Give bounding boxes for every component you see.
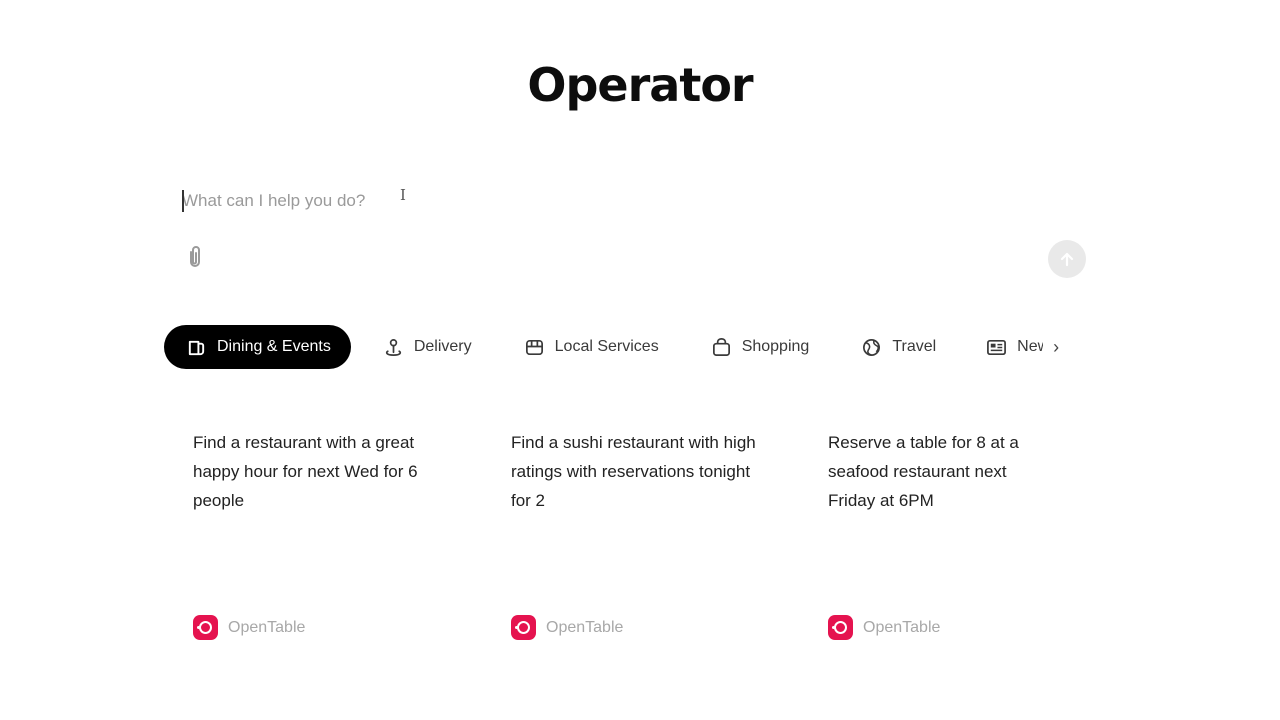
globe-icon	[863, 338, 881, 356]
tab-dining-events[interactable]: Dining & Events	[164, 325, 351, 369]
tab-label: Travel	[892, 338, 937, 355]
card-text: Find a restaurant with a great happy hou…	[193, 433, 418, 510]
opentable-logo-icon	[828, 615, 853, 640]
suggestion-card[interactable]: Find a restaurant with a great happy hou…	[193, 428, 463, 648]
category-tabs: Dining & Events Delivery Local Services …	[164, 325, 1094, 369]
attach-button[interactable]	[184, 244, 206, 270]
prompt-input[interactable]	[182, 188, 782, 214]
tab-local-services[interactable]: Local Services	[504, 325, 679, 369]
tab-travel[interactable]: Travel	[841, 325, 956, 369]
tab-label: News	[1017, 338, 1043, 355]
tab-delivery[interactable]: Delivery	[363, 325, 492, 369]
chevron-right-icon[interactable]: ›	[1053, 337, 1069, 358]
page-title: Operator	[527, 58, 753, 112]
card-source: OpenTable	[828, 615, 940, 640]
tab-news[interactable]: News	[966, 325, 1043, 369]
card-text: Find a sushi restaurant with high rating…	[511, 433, 756, 510]
arrow-up-icon	[1060, 252, 1074, 267]
source-name: OpenTable	[863, 618, 941, 636]
location-pin-icon	[385, 338, 401, 356]
card-text: Reserve a table for 8 at a seafood resta…	[828, 433, 1019, 510]
dining-icon	[188, 340, 205, 355]
paperclip-icon	[190, 246, 200, 267]
opentable-logo-icon	[511, 615, 536, 640]
tab-label: Local Services	[554, 338, 659, 355]
newspaper-icon	[987, 339, 1007, 355]
tab-label: Dining & Events	[217, 338, 331, 355]
storefront-icon	[525, 339, 543, 355]
source-name: OpenTable	[546, 618, 624, 636]
shopping-bag-icon	[712, 337, 730, 356]
ibeam-cursor-icon: I	[400, 186, 406, 204]
card-source: OpenTable	[193, 615, 305, 640]
suggestion-card[interactable]: Find a sushi restaurant with high rating…	[511, 428, 756, 648]
source-name: OpenTable	[228, 618, 306, 636]
opentable-logo-icon	[193, 615, 218, 640]
suggestion-card[interactable]: Reserve a table for 8 at a seafood resta…	[828, 428, 1058, 648]
composer: I	[180, 180, 1090, 280]
send-button[interactable]	[1048, 240, 1086, 278]
text-caret	[182, 190, 184, 212]
card-source: OpenTable	[511, 615, 623, 640]
tab-label: Shopping	[741, 338, 810, 355]
tab-shopping[interactable]: Shopping	[691, 325, 830, 369]
tab-label: Delivery	[413, 338, 472, 355]
